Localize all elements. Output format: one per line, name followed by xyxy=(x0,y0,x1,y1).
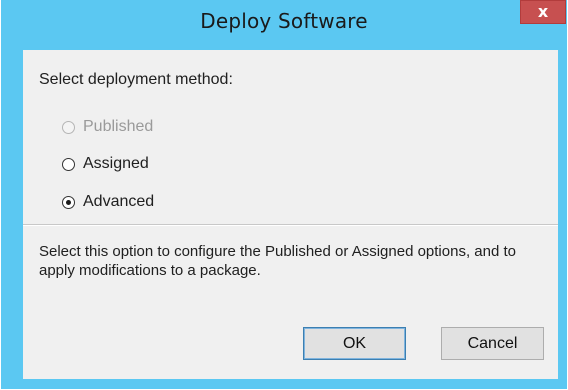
radio-selected-icon[interactable] xyxy=(62,195,75,209)
radio-assigned-label[interactable]: Assigned xyxy=(83,155,149,173)
radio-circle-icon[interactable] xyxy=(62,157,75,171)
radio-assigned[interactable]: Assigned xyxy=(62,153,149,175)
deployment-method-prompt: Select deployment method: xyxy=(39,71,233,88)
dialog-client-area: Select deployment method: Published Assi… xyxy=(23,50,558,379)
title-bar[interactable]: Deploy Software x xyxy=(1,0,567,50)
radio-published-label: Published xyxy=(83,118,154,135)
separator xyxy=(23,224,558,226)
radio-circle-icon xyxy=(62,120,75,134)
radio-advanced[interactable]: Advanced xyxy=(62,191,154,213)
close-icon: x xyxy=(537,2,549,21)
cancel-button[interactable]: Cancel xyxy=(441,327,544,360)
radio-advanced-label[interactable]: Advanced xyxy=(83,193,154,211)
window-title: Deploy Software xyxy=(200,9,368,33)
option-description: Select this option to configure the Publ… xyxy=(39,243,516,279)
close-button[interactable]: x xyxy=(520,0,566,24)
dialog-window: Deploy Software x Select deployment meth… xyxy=(1,0,567,389)
radio-published: Published xyxy=(62,116,153,138)
ok-button[interactable]: OK xyxy=(303,327,406,360)
radio-dot-icon xyxy=(66,199,71,205)
